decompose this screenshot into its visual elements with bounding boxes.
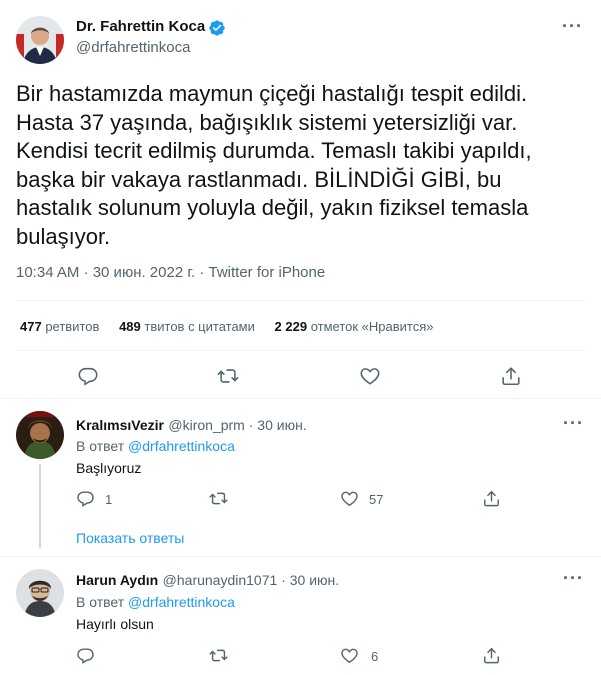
retweet-icon[interactable] — [209, 489, 228, 508]
reply-author-name[interactable]: Harun Aydın — [76, 572, 158, 588]
reply-text: Hayırlı olsun — [76, 616, 154, 632]
reply-avatar[interactable] — [16, 569, 64, 617]
tweet-timestamp[interactable]: 10:34 AM · 30 июн. 2022 г. · Twitter for… — [16, 264, 325, 281]
tweet-text-line: hastalık solunum yoluyla değil, yakın fi… — [16, 195, 529, 220]
author-handle[interactable]: @drfahrettinkoca — [76, 39, 190, 56]
reply-author-handle-time[interactable]: @harunaydin1071 · 30 июн. — [163, 572, 339, 588]
reply-author-name[interactable]: KralımsıVezir — [76, 417, 164, 433]
tweet-text-line: bulaşıyor. — [16, 223, 111, 249]
quotes-stat[interactable]: 489 твитов с цитатами — [119, 319, 255, 334]
retweet-icon[interactable] — [209, 646, 228, 665]
tweet-text-line: başka bir vakaya rastlanmadı. BİLİNDİĞİ … — [16, 166, 502, 192]
divider — [0, 398, 601, 399]
reply-to-handle[interactable]: @drfahrettinkoca — [128, 594, 235, 610]
reply-text: Başlıyoruz — [76, 460, 142, 476]
verified-badge-icon — [208, 19, 226, 37]
retweet-icon[interactable] — [217, 365, 239, 387]
like-icon[interactable] — [359, 365, 381, 387]
like-count: 6 — [371, 649, 379, 664]
author-avatar[interactable] — [16, 16, 64, 64]
more-icon[interactable]: ··· — [562, 16, 583, 37]
reply-icon[interactable] — [77, 365, 99, 387]
author-name[interactable]: Dr. Fahrettin Koca — [76, 18, 205, 35]
tweet-stats: 477 ретвитов 489 твитов с цитатами 2 229… — [20, 319, 433, 334]
more-icon[interactable]: ··· — [563, 413, 584, 434]
reply-icon[interactable] — [76, 489, 95, 508]
reply-count: 1 — [105, 492, 113, 507]
tweet-text: Bir hastamızda maymun çiçeği hastalığı t… — [16, 80, 586, 251]
like-icon[interactable] — [340, 489, 359, 508]
more-icon[interactable]: ··· — [563, 568, 584, 589]
reply-header: Harun Aydın @harunaydin1071 · 30 июн. — [76, 572, 339, 590]
reply-to: В ответ @drfahrettinkoca — [76, 438, 235, 454]
retweets-stat[interactable]: 477 ретвитов — [20, 319, 99, 334]
share-icon[interactable] — [482, 489, 501, 508]
like-count: 57 — [369, 492, 384, 507]
reply-author-handle-time[interactable]: @kiron_prm · 30 июн. — [168, 417, 306, 433]
divider — [16, 350, 585, 351]
like-icon[interactable] — [340, 646, 359, 665]
tweet-text-line: Bir hastamızda maymun çiçeği hastalığı t… — [16, 81, 528, 106]
tweet-text-line: Hasta 37 yaşında, bağışıklık sistemi yet… — [16, 109, 518, 135]
reply-header: KralımsıVezir @kiron_prm · 30 июн. — [76, 417, 307, 435]
reply-icon[interactable] — [76, 646, 95, 665]
reply-to: В ответ @drfahrettinkoca — [76, 594, 235, 610]
reply-to-handle[interactable]: @drfahrettinkoca — [128, 438, 235, 454]
divider — [16, 300, 585, 301]
tweet-text-line: Kendisi tecrit edilmiş durumda. Temaslı … — [16, 138, 532, 163]
share-icon[interactable] — [500, 365, 522, 387]
dotted-thread-line — [39, 524, 41, 548]
show-replies-link[interactable]: Показать ответы — [76, 530, 184, 546]
reply-avatar[interactable] — [16, 411, 64, 459]
likes-stat[interactable]: 2 229 отметок «Нравится» — [275, 319, 434, 334]
divider — [0, 556, 601, 557]
share-icon[interactable] — [482, 646, 501, 665]
